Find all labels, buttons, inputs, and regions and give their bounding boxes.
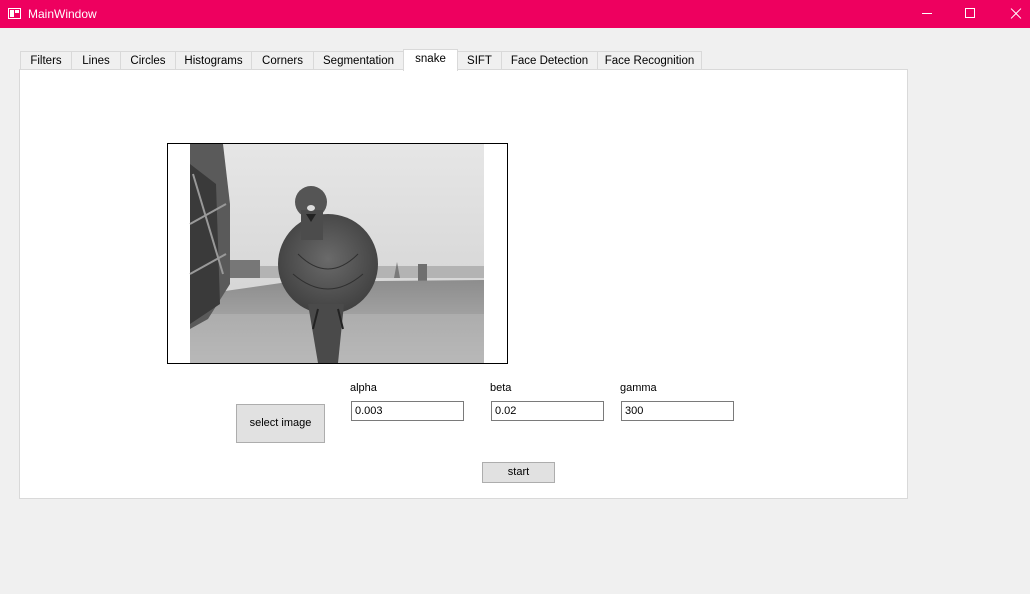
tab-face-recognition[interactable]: Face Recognition [597, 51, 702, 70]
tab-sift[interactable]: SIFT [457, 51, 502, 70]
app-window-icon [8, 8, 21, 19]
alpha-input[interactable]: 0.003 [351, 401, 464, 421]
pigeon-photo [168, 144, 507, 363]
title-bar[interactable]: MainWindow [0, 0, 1030, 28]
beta-label: beta [490, 382, 512, 394]
maximize-button[interactable] [947, 0, 993, 28]
close-button[interactable] [992, 0, 1030, 28]
gamma-label: gamma [620, 382, 657, 394]
tab-face-detection[interactable]: Face Detection [501, 51, 598, 70]
tab-segmentation[interactable]: Segmentation [313, 51, 404, 70]
window-title: MainWindow [28, 7, 97, 21]
close-icon [1009, 6, 1025, 22]
tab-lines[interactable]: Lines [71, 51, 121, 70]
tab-histograms[interactable]: Histograms [175, 51, 252, 70]
minimize-icon [922, 13, 932, 14]
gamma-input[interactable]: 300 [621, 401, 734, 421]
tab-circles[interactable]: Circles [120, 51, 176, 70]
tab-snake[interactable]: snake [403, 49, 458, 71]
select-image-button[interactable]: select image [236, 404, 325, 443]
start-button[interactable]: start [482, 462, 555, 483]
beta-input[interactable]: 0.02 [491, 401, 604, 421]
tab-filters[interactable]: Filters [20, 51, 72, 70]
tab-corners[interactable]: Corners [251, 51, 314, 70]
maximize-icon [965, 8, 975, 18]
minimize-button[interactable] [904, 0, 950, 28]
image-display [167, 143, 508, 364]
alpha-label: alpha [350, 382, 377, 394]
